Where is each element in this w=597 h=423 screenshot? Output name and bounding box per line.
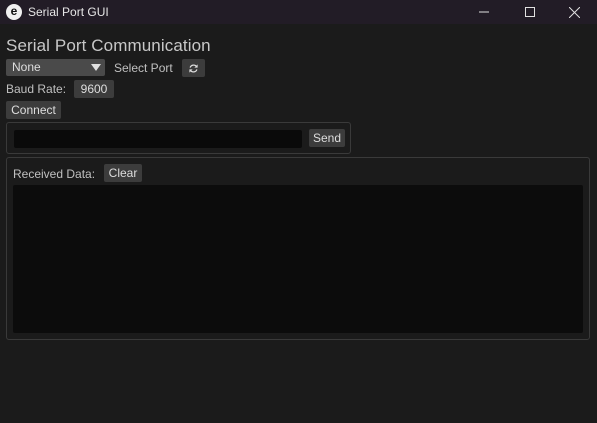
close-button[interactable] [551,0,597,24]
baud-rate-label: Baud Rate: [6,82,67,96]
received-data-label: Received Data: [13,167,96,181]
send-button[interactable]: Send [309,129,345,147]
clear-button[interactable]: Clear [104,164,142,182]
app-icon: e [6,4,22,20]
minimize-button[interactable] [461,0,507,24]
connect-button[interactable]: Connect [6,101,61,119]
send-panel: Send [6,122,351,154]
select-port-label: Select Port [114,61,173,75]
baud-rate-field[interactable]: 9600 [74,80,114,98]
refresh-icon [189,63,198,73]
maximize-button[interactable] [507,0,553,24]
minimize-icon [479,11,489,13]
port-select[interactable]: None [6,59,105,76]
title-bar: e Serial Port GUI [0,0,597,24]
received-panel: Received Data: Clear [6,157,590,340]
send-input[interactable] [14,130,302,148]
port-select-value: None [12,60,41,74]
page-title: Serial Port Communication [6,36,211,55]
maximize-icon [525,7,535,17]
chevron-down-icon [91,64,101,71]
close-icon [568,6,580,18]
received-data-area[interactable] [13,185,583,333]
refresh-ports-button[interactable] [182,59,205,77]
window-title: Serial Port GUI [28,5,109,19]
